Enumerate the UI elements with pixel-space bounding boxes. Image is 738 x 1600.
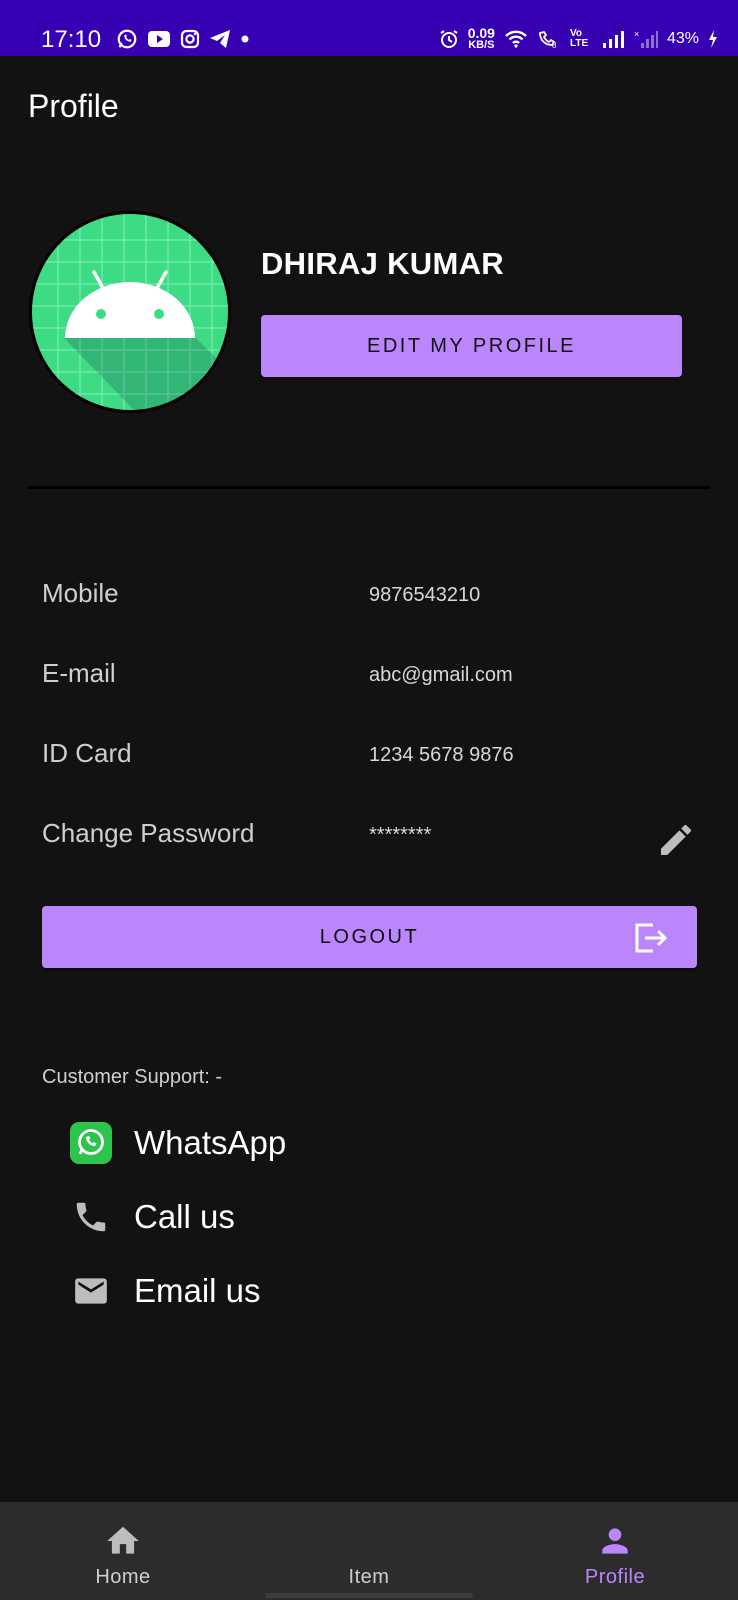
network-speed-value: 0.09	[467, 25, 495, 41]
id-card-label: ID Card	[42, 738, 132, 768]
whatsapp-notification-icon	[117, 29, 137, 49]
nav-item-profile[interactable]: Profile	[492, 1502, 738, 1600]
logout-icon	[635, 923, 668, 953]
home-icon	[107, 1526, 139, 1554]
more-notifications-dot-icon	[241, 35, 249, 43]
volte-indicator: Vo LTE	[569, 27, 589, 49]
edit-password-icon[interactable]	[656, 820, 696, 860]
edit-profile-button[interactable]: EDIT MY PROFILE	[261, 315, 682, 377]
logout-button[interactable]: LOGOUT	[42, 906, 697, 968]
phone-icon	[70, 1196, 112, 1238]
profile-avatar[interactable]	[28, 210, 232, 414]
mail-icon	[70, 1270, 112, 1312]
instagram-notification-icon	[180, 29, 200, 49]
status-bar: 17:10 0.09 KB/S 8 Vo LTE × 43%	[0, 0, 738, 56]
network-speed: 0.09 KB/S	[468, 26, 495, 51]
user-name: DHIRAJ KUMAR	[261, 246, 504, 281]
page-title: Profile	[28, 88, 119, 124]
nav-label-profile: Profile	[584, 1566, 646, 1588]
email-value: abc@gmail.com	[369, 664, 513, 686]
wifi-icon	[505, 30, 527, 48]
password-value: ********	[369, 824, 432, 846]
charging-icon	[709, 29, 717, 48]
network-speed-unit: KB/S	[468, 39, 495, 51]
call-us-contact[interactable]: Call us	[70, 1194, 235, 1240]
id-card-value: 1234 5678 9876	[369, 744, 514, 766]
email-us-contact[interactable]: Email us	[70, 1268, 261, 1314]
svg-text:8: 8	[552, 41, 557, 49]
telegram-notification-icon	[210, 30, 230, 48]
email-us-label: Email us	[134, 1272, 261, 1309]
person-icon	[602, 1528, 628, 1554]
system-status-icons: 0.09 KB/S 8 Vo LTE × 43%	[439, 26, 718, 51]
whatsapp-label: WhatsApp	[134, 1124, 287, 1161]
nav-label-home: Home	[95, 1566, 151, 1588]
signal-strength-sim2-icon: ×	[634, 29, 658, 48]
mobile-label: Mobile	[42, 578, 119, 608]
youtube-notification-icon	[148, 31, 170, 47]
nav-item-item[interactable]: Item	[246, 1502, 492, 1600]
svg-text:×: ×	[634, 29, 639, 39]
divider	[28, 486, 710, 489]
signal-strength-icon	[602, 30, 624, 48]
customer-support-label: Customer Support: -	[42, 1066, 223, 1088]
alarm-icon	[440, 29, 458, 48]
bottom-navigation: Home Item Profile	[0, 1502, 738, 1600]
nav-label-item: Item	[348, 1566, 390, 1588]
call-us-label: Call us	[134, 1198, 235, 1235]
status-time: 17:10	[41, 26, 102, 53]
email-label: E-mail	[42, 658, 116, 688]
logout-label: LOGOUT	[319, 925, 420, 948]
mobile-value: 9876543210	[369, 584, 481, 606]
wifi-calling-icon: 8	[539, 30, 557, 49]
change-password-label[interactable]: Change Password	[42, 818, 254, 849]
whatsapp-icon	[70, 1122, 112, 1164]
whatsapp-contact[interactable]: WhatsApp	[70, 1120, 286, 1166]
notification-icons	[116, 28, 250, 50]
gesture-home-indicator[interactable]	[265, 1593, 473, 1598]
nav-item-home[interactable]: Home	[0, 1502, 246, 1600]
battery-percent: 43%	[666, 29, 699, 47]
